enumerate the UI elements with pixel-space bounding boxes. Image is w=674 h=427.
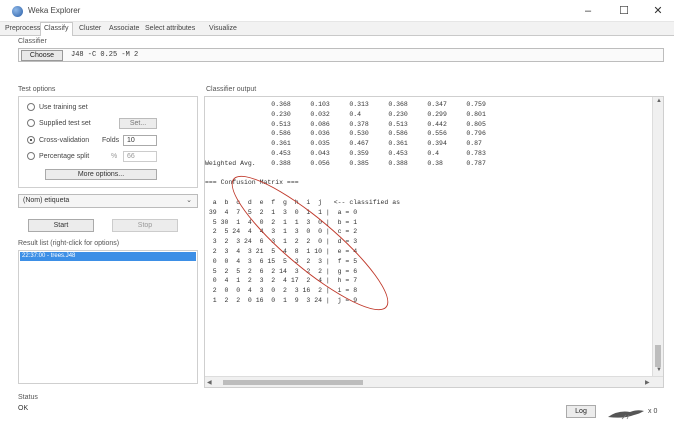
radio-icon[interactable]: [27, 103, 35, 111]
output-line: a b c d e f g h i j <-- classified as: [205, 198, 401, 206]
scroll-left-icon[interactable]: ◀: [207, 379, 212, 386]
classifier-row: Choose J48 -C 0.25 -M 2: [18, 48, 664, 62]
percent-sign-label: %: [111, 153, 118, 160]
output-line: 0 0 4 3 6 15 5 3 2 3 | f = 5: [205, 257, 358, 265]
output-line: 2 3 4 3 21 5 4 8 1 10 | e = 4: [205, 247, 358, 255]
output-line: 39 4 7 5 2 1 3 0 1 1 | a = 0: [205, 208, 358, 216]
output-line: 1 2 2 0 16 0 1 9 3 24 | j = 9: [205, 296, 358, 304]
more-options-button[interactable]: More options...: [45, 169, 157, 180]
classifier-output-label: Classifier output: [206, 86, 257, 93]
tab-cluster[interactable]: Cluster: [76, 23, 104, 35]
supplied-test-set-option[interactable]: Supplied test set: [27, 119, 91, 129]
radio-icon[interactable]: [27, 152, 35, 160]
scroll-right-icon[interactable]: ▶: [645, 379, 650, 386]
radio-icon[interactable]: [27, 119, 35, 127]
task-count: x 0: [648, 408, 658, 415]
output-line: 0.361 0.035 0.467 0.361 0.394 0.87: [205, 140, 482, 148]
class-attribute-select[interactable]: (Nom) etiqueta ⌄: [18, 194, 198, 208]
result-list: 22:37:00 - trees.J48: [18, 250, 198, 384]
output-line: 0.586 0.036 0.530 0.586 0.556 0.796: [205, 130, 486, 138]
folds-label: Folds: [102, 137, 120, 144]
classifier-section-label: Classifier: [18, 38, 47, 45]
percentage-input[interactable]: 66: [123, 151, 157, 162]
vertical-scrollbar[interactable]: ▲ ▼: [652, 97, 663, 377]
output-line: 3 2 3 24 6 3 1 2 2 0 | d = 3: [205, 238, 358, 246]
tab-select-attributes[interactable]: Select attributes: [142, 23, 198, 35]
vertical-scroll-thumb[interactable]: [655, 345, 661, 367]
start-button[interactable]: Start: [28, 219, 94, 232]
close-button[interactable]: ✕: [644, 3, 672, 19]
tab-classify[interactable]: Classify: [40, 22, 73, 36]
test-options-panel: Use training set Supplied test set Set..…: [18, 96, 198, 188]
output-line: 0.368 0.103 0.313 0.368 0.347 0.759: [205, 101, 486, 108]
scroll-up-icon[interactable]: ▲: [656, 98, 662, 104]
classifier-output-text: 0.368 0.103 0.313 0.368 0.347 0.759 0.23…: [205, 100, 653, 306]
horizontal-scroll-thumb[interactable]: [223, 380, 363, 385]
set-test-set-button[interactable]: Set...: [119, 118, 157, 129]
title-bar: Weka Explorer – ☐ ✕: [0, 0, 674, 22]
output-line: 5 30 1 4 0 2 1 1 3 0 | b = 1: [205, 218, 358, 226]
cross-validation-option[interactable]: Cross-validation: [27, 136, 89, 146]
log-button[interactable]: Log: [566, 405, 596, 418]
test-options-label: Test options: [18, 86, 56, 93]
percentage-split-option[interactable]: Percentage split: [27, 152, 89, 162]
output-line: === Confusion Matrix ===: [205, 179, 299, 187]
window-title: Weka Explorer: [28, 6, 81, 15]
weka-bird-icon: [608, 410, 644, 420]
radio-selected-icon[interactable]: [27, 136, 35, 144]
output-line: 2 0 0 4 3 0 2 3 16 2 | i = 8: [205, 287, 358, 295]
tab-visualize[interactable]: Visualize: [206, 23, 240, 35]
output-line: 0 4 1 2 3 2 4 17 2 4 | h = 7: [205, 277, 358, 285]
stop-button[interactable]: Stop: [112, 219, 178, 232]
classifier-output-panel: 0.368 0.103 0.313 0.368 0.347 0.759 0.23…: [204, 96, 664, 388]
output-line: 0.513 0.086 0.378 0.513 0.442 0.805: [205, 120, 486, 128]
chevron-down-icon: ⌄: [186, 197, 192, 204]
status-label: Status: [18, 394, 38, 401]
output-line: Weighted Avg. 0.388 0.056 0.385 0.388 0.…: [205, 159, 486, 167]
horizontal-scrollbar[interactable]: ◀ ▶: [205, 376, 663, 387]
weka-app-icon: [12, 6, 23, 17]
result-list-label: Result list (right-click for options): [18, 240, 120, 247]
folds-input[interactable]: 10: [123, 135, 157, 146]
minimize-button[interactable]: –: [574, 3, 602, 19]
output-line: 0.230 0.032 0.4 0.230 0.299 0.801: [205, 110, 486, 118]
output-line: 5 2 5 2 6 2 14 3 2 2 | g = 6: [205, 267, 358, 275]
result-list-item[interactable]: 22:37:00 - trees.J48: [20, 252, 196, 261]
status-text: OK: [18, 405, 29, 412]
scroll-down-icon[interactable]: ▼: [656, 367, 662, 373]
tab-preprocess[interactable]: Preprocess: [2, 23, 43, 35]
maximize-button[interactable]: ☐: [610, 3, 638, 19]
output-line: 0.453 0.043 0.359 0.453 0.4 0.783: [205, 149, 486, 157]
classifier-name[interactable]: J48 -C 0.25 -M 2: [71, 51, 138, 59]
use-training-set-option[interactable]: Use training set: [27, 103, 88, 113]
tab-associate[interactable]: Associate: [106, 23, 142, 35]
output-line: 2 5 24 4 4 3 1 3 0 0 | c = 2: [205, 228, 358, 236]
choose-button[interactable]: Choose: [21, 50, 63, 61]
tab-bar: Preprocess Classify Cluster Associate Se…: [0, 22, 674, 36]
